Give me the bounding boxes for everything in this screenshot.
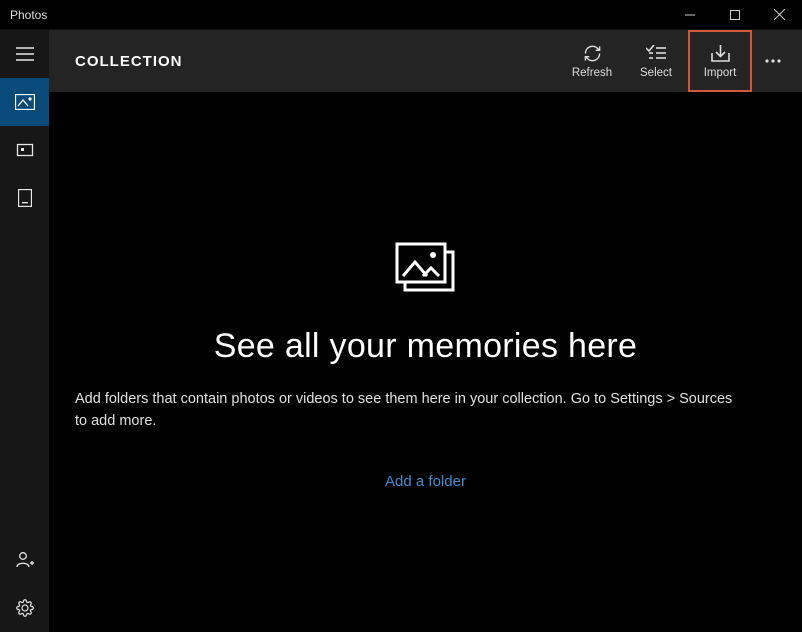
import-label: Import [704,67,737,79]
refresh-button[interactable]: Refresh [560,30,624,92]
collection-icon [15,94,35,110]
hamburger-icon [16,47,34,61]
window-title: Photos [0,8,47,22]
sidebar-item-folders[interactable] [0,174,49,222]
empty-state: See all your memories here Add folders t… [49,92,802,632]
sidebar-item-albums[interactable] [0,126,49,174]
import-icon [711,43,730,63]
close-icon [774,9,785,20]
more-button[interactable] [752,30,794,92]
window-controls [667,0,802,30]
minimize-icon [685,10,695,20]
maximize-button[interactable] [712,0,757,30]
refresh-label: Refresh [572,67,612,79]
empty-subtext: Add folders that contain photos or video… [49,388,769,433]
window-titlebar: Photos [0,0,802,30]
select-label: Select [640,67,672,79]
sidebar-item-collection[interactable] [0,78,49,126]
import-button[interactable]: Import [688,30,752,92]
folders-icon [18,189,32,207]
gear-icon [16,599,34,617]
add-folder-link[interactable]: Add a folder [385,473,466,490]
toolbar-actions: Refresh Select [560,30,794,92]
refresh-icon [583,43,602,63]
main-area: COLLECTION Refresh [49,30,802,632]
sidebar-item-settings[interactable] [0,584,49,632]
empty-headline: See all your memories here [214,327,638,366]
sidebar-item-people[interactable] [0,536,49,584]
photos-empty-icon [395,242,457,299]
maximize-icon [730,10,740,20]
select-button[interactable]: Select [624,30,688,92]
close-button[interactable] [757,0,802,30]
more-icon [765,59,781,63]
sidebar [0,30,49,632]
person-add-icon [15,550,35,570]
select-icon [646,43,666,63]
page-title: COLLECTION [75,53,183,70]
hamburger-menu-button[interactable] [0,30,49,78]
minimize-button[interactable] [667,0,712,30]
albums-icon [15,142,35,158]
toolbar: COLLECTION Refresh [49,30,802,92]
